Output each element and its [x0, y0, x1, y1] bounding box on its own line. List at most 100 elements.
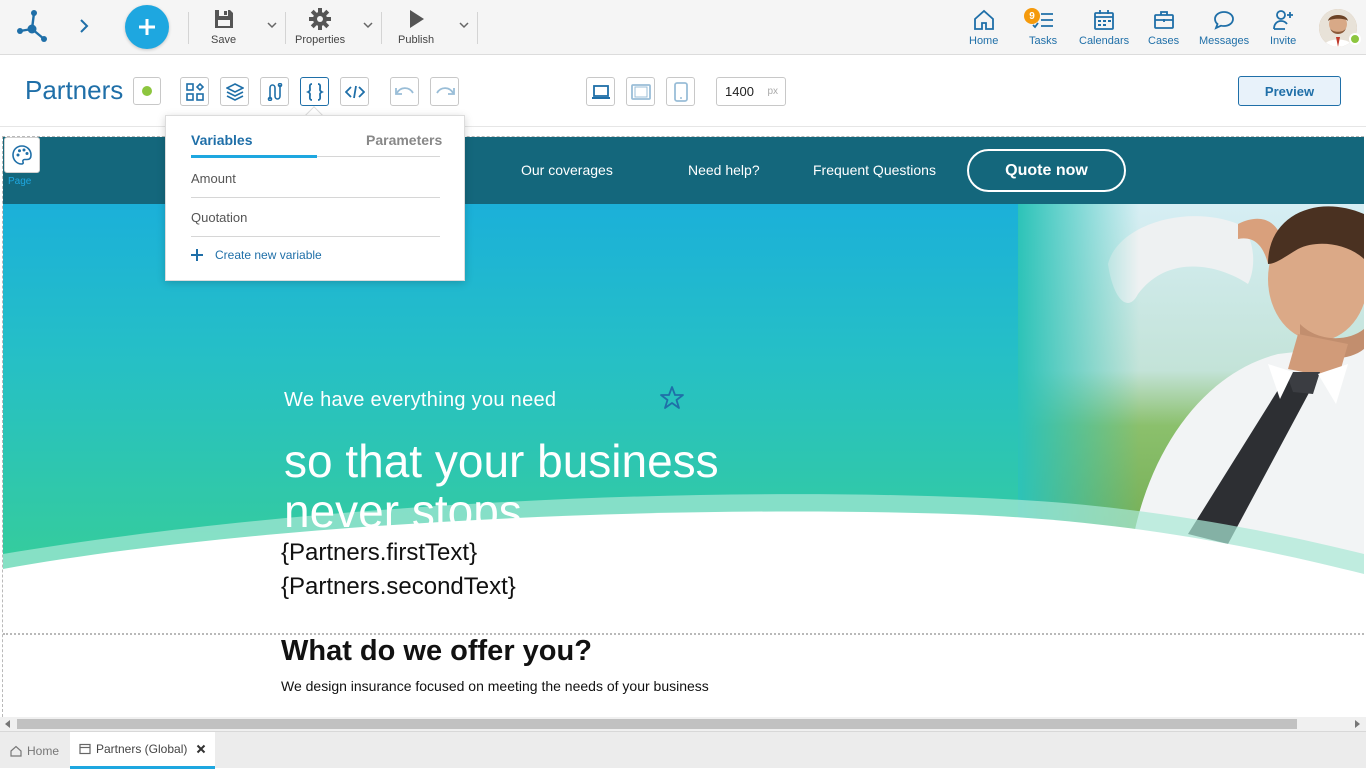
- nav-calendars-label: Calendars: [1079, 35, 1130, 47]
- tab-parameters[interactable]: Parameters: [366, 132, 442, 148]
- layers-button[interactable]: [220, 77, 249, 106]
- properties-label: Properties: [295, 34, 346, 46]
- nav-tasks-label: Tasks: [1029, 35, 1058, 47]
- gear-icon: [309, 8, 332, 30]
- nav-home-label: Home: [969, 35, 999, 47]
- tablet-icon: [630, 83, 651, 100]
- nav-link-need-help[interactable]: Need help?: [688, 162, 760, 178]
- second-text-variable[interactable]: {Partners.secondText}: [281, 573, 516, 601]
- mobile-view-button[interactable]: [666, 77, 695, 106]
- laptop-icon: [591, 84, 610, 99]
- flow-button[interactable]: [260, 77, 289, 106]
- first-text-variable[interactable]: {Partners.firstText}: [281, 539, 477, 567]
- tab-partners-global[interactable]: Partners (Global): [70, 732, 215, 769]
- divider: [285, 12, 286, 44]
- divider: [381, 12, 382, 44]
- hero-subtitle: We have everything you need: [284, 389, 557, 411]
- plus-icon: [139, 19, 155, 35]
- canvas-width-unit: px: [767, 86, 778, 97]
- horizontal-scrollbar[interactable]: [0, 717, 1366, 731]
- hero-title: so that your business never stops: [284, 436, 884, 536]
- undo-button[interactable]: [390, 77, 419, 106]
- offer-description[interactable]: We design insurance focused on meeting t…: [281, 678, 709, 694]
- palette-icon: [12, 145, 32, 165]
- source-code-button[interactable]: [340, 77, 369, 106]
- top-bar: Save Properties Publish Home Tasks 9 Cal…: [0, 0, 1366, 55]
- nav-invite[interactable]: Invite: [1270, 8, 1296, 47]
- redo-button[interactable]: [430, 77, 459, 106]
- hero-title-line-1: so that your business: [284, 435, 719, 487]
- variable-item-quotation[interactable]: Quotation: [191, 198, 440, 237]
- nav-calendars[interactable]: Calendars: [1079, 8, 1129, 47]
- chat-icon: [1214, 11, 1234, 30]
- flow-icon: [267, 82, 282, 101]
- tablet-view-button[interactable]: [626, 77, 655, 106]
- properties-dropdown-chevron-icon[interactable]: [362, 19, 374, 31]
- tab-home[interactable]: Home: [10, 732, 59, 769]
- briefcase-icon: [1153, 11, 1174, 29]
- close-icon[interactable]: [196, 744, 206, 754]
- smartphone-icon: [673, 81, 688, 102]
- divider: [477, 12, 478, 44]
- save-button[interactable]: Save: [211, 8, 236, 46]
- add-button[interactable]: [125, 5, 169, 49]
- nav-messages-label: Messages: [1199, 35, 1250, 47]
- nav-invite-label: Invite: [1270, 35, 1297, 47]
- nav-cases-label: Cases: [1148, 35, 1180, 47]
- tab-variables[interactable]: Variables: [191, 132, 253, 148]
- canvas-width-input[interactable]: 1400 px: [716, 77, 786, 106]
- page-icon: [79, 743, 91, 755]
- variable-item-amount[interactable]: Amount: [191, 159, 440, 198]
- layers-icon: [225, 82, 244, 101]
- canvas-width-value: 1400: [725, 84, 754, 99]
- tab-home-label: Home: [27, 743, 60, 758]
- plus-icon: [191, 249, 203, 261]
- tasks-count-badge: 9: [1024, 8, 1040, 24]
- curly-braces-icon: [305, 82, 324, 101]
- tab-partners-label: Partners (Global): [96, 742, 188, 756]
- publish-dropdown-chevron-icon[interactable]: [458, 19, 470, 31]
- publish-button[interactable]: Publish: [398, 8, 434, 46]
- quote-now-button[interactable]: Quote now: [967, 149, 1126, 192]
- code-icon: [344, 85, 365, 98]
- scroll-left-arrow-icon[interactable]: [3, 719, 13, 729]
- publish-label: Publish: [398, 34, 435, 46]
- star-icon[interactable]: [659, 385, 685, 411]
- page-styles-button[interactable]: [4, 137, 40, 173]
- create-variable-label: Create new variable: [215, 248, 322, 262]
- home-icon: [10, 745, 22, 757]
- active-tab-indicator: [191, 155, 317, 158]
- preview-button[interactable]: Preview: [1238, 76, 1341, 106]
- divider: [188, 12, 189, 44]
- calendar-icon: [1094, 10, 1114, 30]
- save-dropdown-chevron-icon[interactable]: [266, 19, 278, 31]
- create-variable-button[interactable]: Create new variable: [191, 248, 322, 262]
- app-logo-icon[interactable]: [14, 9, 50, 45]
- save-icon: [214, 10, 233, 28]
- page-tool-label: Page: [8, 176, 32, 187]
- section-divider: [3, 633, 1364, 635]
- nav-cases[interactable]: Cases: [1148, 8, 1179, 47]
- nav-link-frequent-questions[interactable]: Frequent Questions: [813, 162, 936, 178]
- controls-button[interactable]: [180, 77, 209, 106]
- page-status-indicator[interactable]: [133, 77, 161, 105]
- home-icon: [973, 9, 994, 30]
- nav-home[interactable]: Home: [969, 8, 998, 47]
- undo-icon: [394, 86, 414, 95]
- scrollbar-thumb[interactable]: [17, 719, 1297, 729]
- variables-button[interactable]: [300, 77, 329, 106]
- desktop-view-button[interactable]: [586, 77, 615, 106]
- expand-menu-chevron-icon[interactable]: [75, 17, 93, 35]
- online-status-indicator: [1349, 33, 1361, 45]
- nav-messages[interactable]: Messages: [1199, 8, 1249, 47]
- scroll-right-arrow-icon[interactable]: [1352, 719, 1362, 729]
- properties-button[interactable]: Properties: [295, 8, 345, 46]
- page-title: Partners: [25, 75, 124, 105]
- hero-title-line-2: never stops: [284, 485, 522, 537]
- nav-link-our-coverages[interactable]: Our coverages: [521, 162, 613, 178]
- offer-heading[interactable]: What do we offer you?: [281, 635, 592, 668]
- save-label: Save: [211, 34, 237, 46]
- play-icon: [410, 10, 425, 28]
- controls-grid-icon: [185, 82, 204, 101]
- redo-icon: [435, 86, 455, 95]
